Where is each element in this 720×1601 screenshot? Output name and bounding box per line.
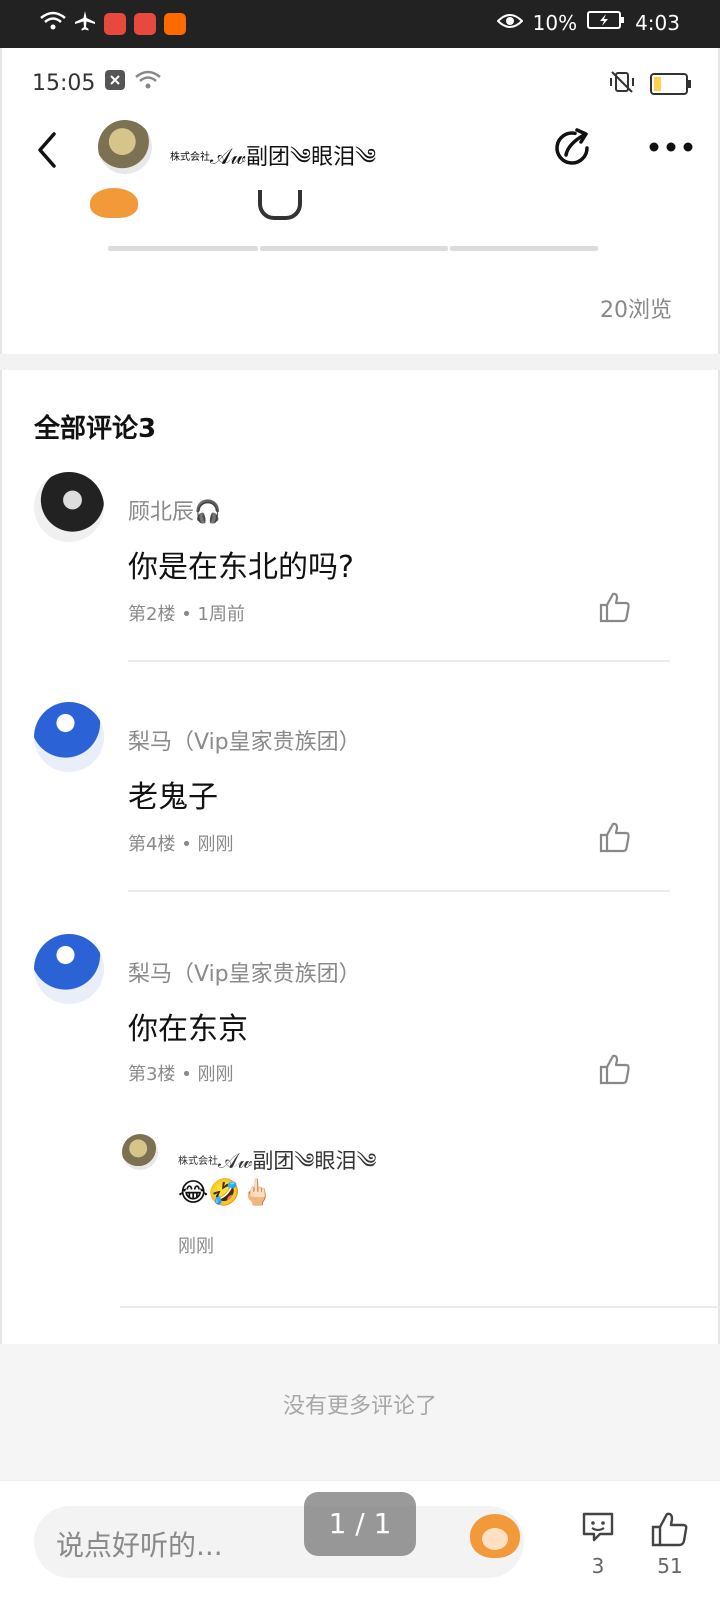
header-avatar[interactable] <box>98 120 152 174</box>
like-thumb-icon[interactable] <box>650 1510 690 1548</box>
reply-name-prefix: 株式会社 <box>178 1156 218 1167</box>
app-status-right <box>608 70 691 98</box>
image-thumb-bar <box>108 246 258 251</box>
device-status-bar: 10% 4:03 <box>0 0 720 48</box>
image-thumb-bar <box>450 246 598 251</box>
header-group-name[interactable]: 株式会社𝒜𝓌副团༄眼泪༄ <box>170 132 376 194</box>
app-notification-icon-1 <box>104 12 126 35</box>
battery-icon <box>650 73 691 95</box>
view-count: 20浏览 <box>600 298 672 323</box>
comments-title: 全部评论3 <box>34 414 157 444</box>
comment-text: 老鬼子 <box>128 780 218 815</box>
comment-meta: 第2楼 • 1周前 <box>128 600 245 626</box>
comment-divider <box>128 890 670 892</box>
header-group-prefix: 株式会社 <box>170 152 210 163</box>
meta-dot: • <box>181 834 192 855</box>
commenter-avatar[interactable] <box>34 702 104 772</box>
like-thumb-icon[interactable] <box>598 820 632 854</box>
like-thumb-icon[interactable] <box>598 1052 632 1086</box>
reply-text: 😂🤣🖕🏻 <box>178 1178 274 1208</box>
airplane-icon <box>74 10 96 37</box>
reply-avatar[interactable] <box>122 1134 158 1170</box>
music-app-icon <box>134 12 156 35</box>
comment-time: 1周前 <box>197 604 245 625</box>
app-notification-icon-2 <box>164 12 186 35</box>
eye-icon <box>496 11 524 35</box>
comment-bubble-icon[interactable] <box>580 1510 616 1544</box>
comment-meta: 第3楼 • 刚刚 <box>128 1060 234 1086</box>
comment-count: 3 <box>591 1554 605 1578</box>
comment-floor: 第2楼 <box>128 604 176 625</box>
header-name-text: 𝒜𝓌副团༄眼泪༄ <box>210 145 377 170</box>
app-status-bar: 15:05 <box>32 70 162 96</box>
comment-floor: 第4楼 <box>128 834 176 855</box>
commenter-name[interactable]: 顾北辰🎧 <box>128 494 221 526</box>
charging-battery-icon <box>587 10 625 35</box>
comment-text: 你在东京 <box>128 1012 248 1047</box>
meta-dot: • <box>181 1064 192 1085</box>
meta-dot: • <box>181 604 192 625</box>
commenter-avatar[interactable] <box>34 934 104 1004</box>
more-options-button[interactable] <box>648 138 694 156</box>
comment-meta: 第4楼 • 刚刚 <box>128 830 234 856</box>
commenter-name[interactable]: 梨马（Vip皇家贵族团） <box>128 956 361 988</box>
section-separator <box>0 354 720 370</box>
mascot-icon <box>90 188 138 218</box>
page-indicator: 1 / 1 <box>304 1492 416 1556</box>
commenter-avatar[interactable] <box>34 472 104 542</box>
comment-time: 刚刚 <box>197 834 234 855</box>
comment-floor: 第3楼 <box>128 1064 176 1085</box>
wifi-icon <box>40 11 66 36</box>
comment-input-placeholder[interactable]: 说点好听的... <box>56 1524 223 1564</box>
comment-divider <box>128 660 670 662</box>
reply-name-text: 𝒜𝓌副团༄眼泪༄ <box>218 1149 377 1173</box>
emoji-fragment-icon <box>258 190 302 220</box>
reply-time: 刚刚 <box>178 1236 214 1257</box>
app-time: 15:05 <box>32 70 96 96</box>
image-thumb-bar <box>260 246 448 251</box>
like-thumb-icon[interactable] <box>598 590 632 624</box>
no-more-comments-text: 没有更多评论了 <box>282 1394 437 1419</box>
mascot-emoji-button[interactable] <box>470 1514 520 1558</box>
device-status-right: 10% 4:03 <box>496 10 680 35</box>
close-notification-icon <box>105 70 126 96</box>
comment-text: 你是在东北的吗? <box>128 550 354 585</box>
commenter-name[interactable]: 梨马（Vip皇家贵族团） <box>128 724 361 756</box>
reply-divider <box>120 1306 720 1308</box>
wifi-icon <box>135 70 162 96</box>
like-count: 51 <box>657 1554 683 1578</box>
comment-time: 刚刚 <box>197 1064 234 1085</box>
share-button[interactable] <box>553 128 593 168</box>
battery-percent: 10% <box>532 10 578 35</box>
back-button[interactable] <box>28 126 68 174</box>
device-time: 4:03 <box>635 10 680 35</box>
device-status-left <box>40 10 186 37</box>
vibrate-off-icon <box>608 70 636 98</box>
